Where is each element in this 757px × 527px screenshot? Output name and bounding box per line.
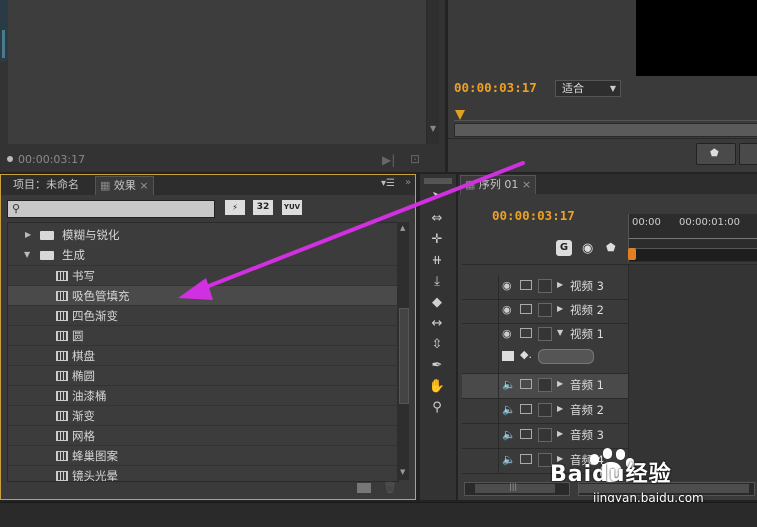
annotation-arrow — [178, 161, 525, 300]
watermark-brand: Baidu经验 — [550, 462, 672, 487]
status-bar — [0, 502, 757, 527]
